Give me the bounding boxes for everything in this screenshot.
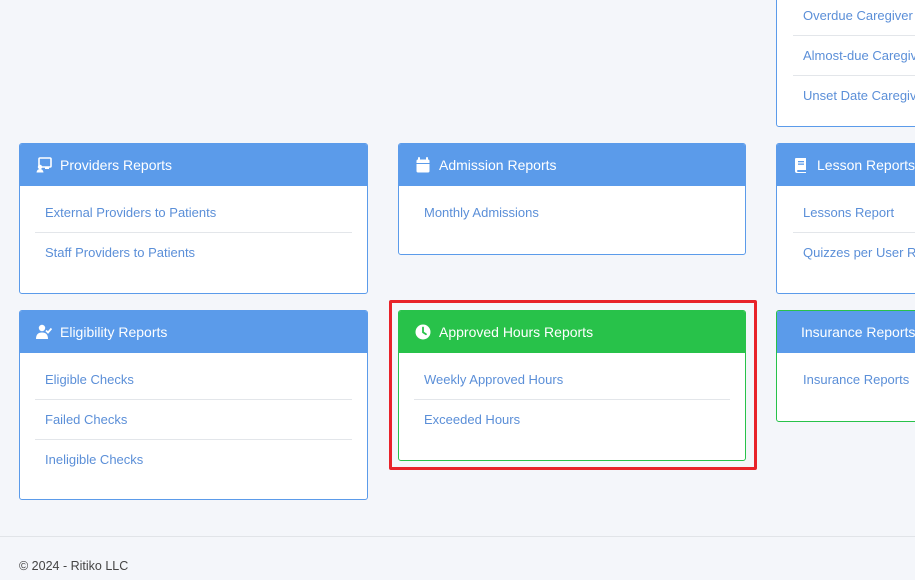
admission-reports-title: Admission Reports: [439, 157, 557, 173]
card-body: Lessons Report Quizzes per User Re: [777, 186, 915, 272]
staff-providers-link[interactable]: Staff Providers to Patients: [35, 233, 352, 272]
footer-copyright: © 2024 - Ritiko LLC: [19, 559, 129, 573]
eligibility-reports-title: Eligibility Reports: [60, 324, 168, 340]
overdue-caregiver-link[interactable]: Overdue Caregiver T: [793, 0, 915, 36]
insurance-reports-card: Insurance Reports Insurance Reports: [776, 310, 915, 422]
monthly-admissions-link[interactable]: Monthly Admissions: [414, 193, 730, 232]
admission-reports-card: Admission Reports Monthly Admissions: [398, 143, 746, 255]
external-providers-link[interactable]: External Providers to Patients: [35, 193, 352, 233]
insurance-reports-title: Insurance Reports: [801, 324, 915, 340]
card-body: Eligible Checks Failed Checks Ineligible…: [20, 353, 367, 479]
footer-divider: [0, 536, 915, 537]
chalkboard-user-icon: [36, 157, 52, 173]
quizzes-per-user-link[interactable]: Quizzes per User Re: [793, 233, 915, 272]
insurance-reports-link[interactable]: Insurance Reports: [793, 360, 915, 399]
providers-reports-header: Providers Reports: [20, 144, 367, 186]
caregiver-reports-card: Overdue Caregiver T Almost-due Caregiv U…: [776, 0, 915, 127]
failed-checks-link[interactable]: Failed Checks: [35, 400, 352, 440]
lesson-reports-title: Lesson Reports: [817, 157, 915, 173]
book-icon: [795, 158, 806, 173]
admission-reports-header: Admission Reports: [399, 144, 745, 186]
highlight-box: [389, 300, 757, 470]
card-body: External Providers to Patients Staff Pro…: [20, 186, 367, 272]
lesson-reports-card: Lesson Reports Lessons Report Quizzes pe…: [776, 143, 915, 294]
insurance-reports-header: Insurance Reports: [777, 311, 915, 353]
eligibility-reports-header: Eligibility Reports: [20, 311, 367, 353]
unset-date-caregiver-link[interactable]: Unset Date Caregiv: [793, 76, 915, 115]
providers-reports-card: Providers Reports External Providers to …: [19, 143, 368, 294]
lessons-report-link[interactable]: Lessons Report: [793, 193, 915, 233]
card-body: Overdue Caregiver T Almost-due Caregiv U…: [777, 0, 915, 115]
providers-reports-title: Providers Reports: [60, 157, 173, 173]
lesson-reports-header: Lesson Reports: [777, 144, 915, 186]
card-body: Monthly Admissions: [399, 186, 745, 232]
ineligible-checks-link[interactable]: Ineligible Checks: [35, 440, 352, 479]
eligible-checks-link[interactable]: Eligible Checks: [35, 360, 352, 400]
calendar-icon: [416, 157, 430, 173]
user-check-icon: [36, 324, 52, 339]
card-body: Insurance Reports: [777, 353, 915, 399]
eligibility-reports-card: Eligibility Reports Eligible Checks Fail…: [19, 310, 368, 500]
almost-due-caregiver-link[interactable]: Almost-due Caregiv: [793, 36, 915, 76]
